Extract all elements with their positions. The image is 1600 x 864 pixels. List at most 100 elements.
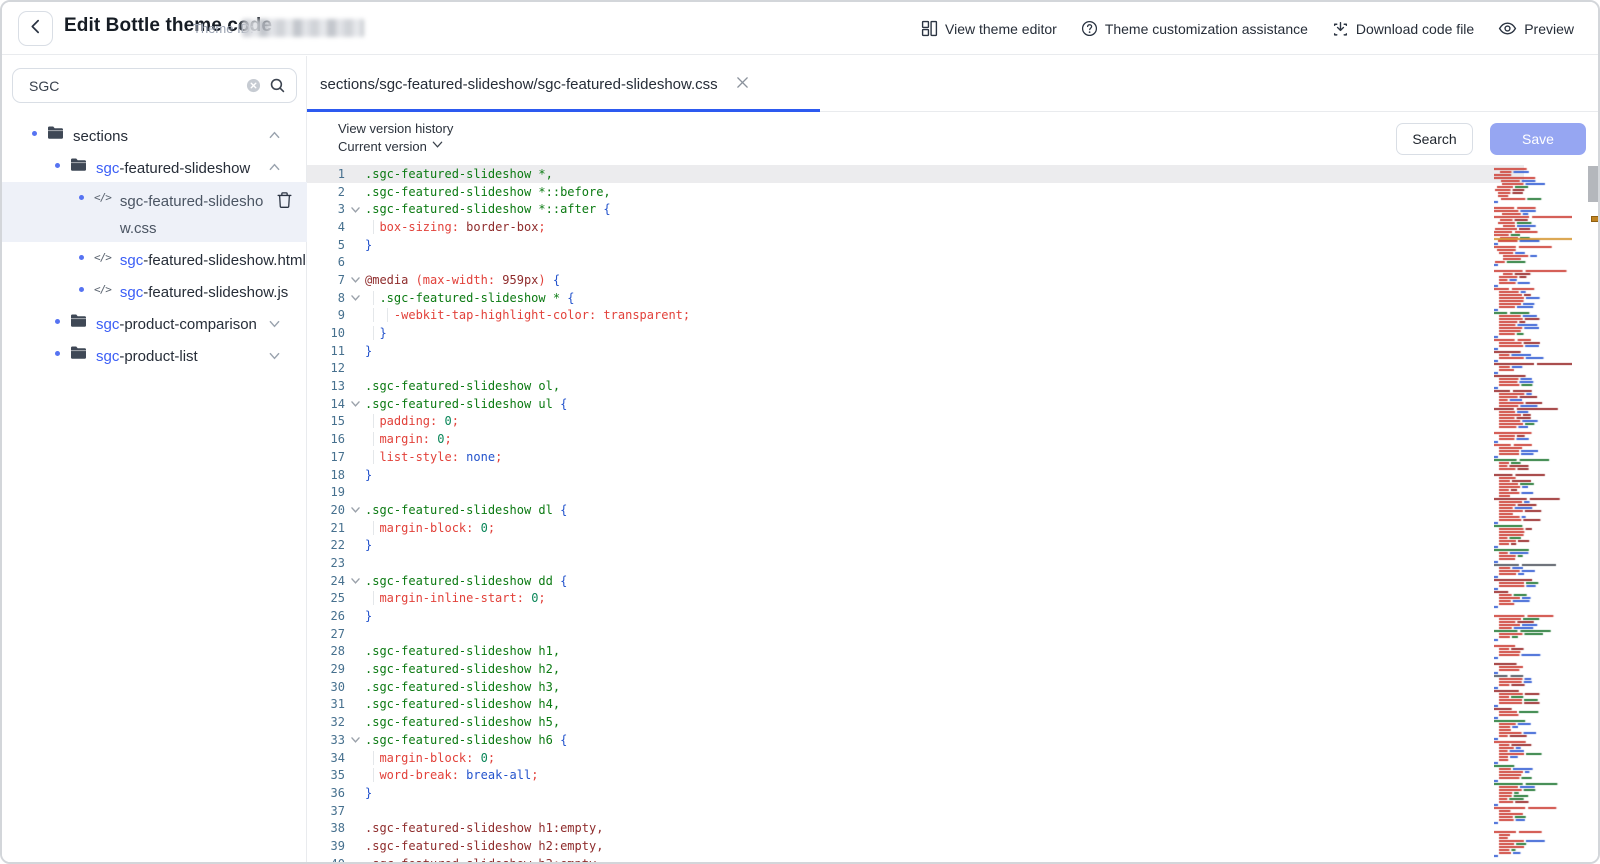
code-text: .sgc-featured-slideshow h6 {: [365, 733, 567, 747]
tree-file-sgc-featured-slideshow.html[interactable]: </>sgc-featured-slideshow.html: [2, 242, 307, 274]
code-text: .sgc-featured-slideshow dd {: [365, 574, 567, 588]
fold-chevron-icon[interactable]: [345, 204, 365, 215]
code-text: }: [365, 326, 387, 340]
line-number: 34: [307, 751, 345, 765]
header-action-download-code-file[interactable]: Download code file: [1332, 20, 1474, 37]
chevron-down-icon[interactable]: [268, 317, 281, 335]
active-tab-underline: [307, 109, 820, 112]
scrollbar-thumb[interactable]: [1588, 166, 1600, 202]
save-button[interactable]: Save: [1490, 123, 1586, 155]
fold-chevron-icon[interactable]: [345, 504, 365, 515]
line-number: 18: [307, 468, 345, 482]
chevron-up-icon[interactable]: [268, 161, 281, 179]
tree-bullet: [32, 131, 37, 136]
editor-main: sections/sgc-featured-slideshow/sgc-feat…: [307, 56, 1600, 864]
line-number: 1: [307, 167, 345, 181]
line-number: 24: [307, 574, 345, 588]
file-sidebar: sectionssgc-featured-slideshow</>sgc-fea…: [2, 56, 307, 864]
line-number: 17: [307, 450, 345, 464]
minimap[interactable]: [1494, 165, 1572, 863]
back-button[interactable]: [18, 11, 53, 46]
tree-item-label: sgc-featured-slideshow.js: [120, 280, 288, 306]
search-button[interactable]: Search: [1396, 123, 1473, 155]
tree-bullet: [55, 319, 60, 324]
code-text: .sgc-featured-slideshow h3:empty: [365, 857, 596, 864]
line-number: 8: [307, 291, 345, 305]
header-actions: View theme editor Theme customization ass…: [921, 2, 1574, 55]
dropdown-chevron-icon: [431, 138, 444, 156]
code-line: 30.sgc-featured-slideshow h3,: [307, 678, 1524, 696]
code-file-icon: </>: [94, 191, 111, 204]
tab-file[interactable]: sections/sgc-featured-slideshow/sgc-feat…: [320, 56, 751, 112]
code-text: -webkit-tap-highlight-color: transparent…: [365, 308, 690, 322]
code-line: 21 margin-block: 0;: [307, 519, 1524, 537]
code-line: 5}: [307, 236, 1524, 254]
line-number: 32: [307, 715, 345, 729]
line-number: 26: [307, 609, 345, 623]
view-version-history-link[interactable]: View version history: [338, 120, 453, 138]
chevron-up-icon[interactable]: [268, 129, 281, 147]
code-line: 29.sgc-featured-slideshow h2,: [307, 660, 1524, 678]
fold-chevron-icon[interactable]: [345, 292, 365, 303]
code-file-icon: </>: [94, 251, 111, 264]
tree-folder-sections[interactable]: sections: [2, 118, 307, 150]
fold-chevron-icon[interactable]: [345, 274, 365, 285]
file-search-input[interactable]: [27, 77, 238, 95]
code-line: 40.sgc-featured-slideshow h3:empty: [307, 855, 1524, 864]
editor-scrollbar[interactable]: [1588, 165, 1600, 864]
header-action-view-theme-editor[interactable]: View theme editor: [921, 20, 1057, 37]
clear-circle-icon[interactable]: [246, 78, 261, 93]
header-action-theme-customization-assistance[interactable]: Theme customization assistance: [1081, 20, 1308, 37]
code-text: .sgc-featured-slideshow ol,: [365, 379, 560, 393]
code-line: 37: [307, 802, 1524, 820]
tree-item-label: sgc-product-comparison: [96, 312, 257, 338]
code-text: padding: 0;: [365, 414, 459, 428]
code-line: 36}: [307, 784, 1524, 802]
code-editor[interactable]: 1.sgc-featured-slideshow *,2.sgc-feature…: [307, 165, 1600, 864]
fold-chevron-icon[interactable]: [345, 398, 365, 409]
tree-item-label: sgc-product-list: [96, 344, 198, 370]
fold-chevron-icon[interactable]: [345, 575, 365, 586]
layout-grid-icon: [921, 20, 938, 37]
search-icon[interactable]: [269, 77, 286, 94]
current-version-dropdown[interactable]: Current version: [338, 138, 453, 156]
header-action-label: Theme customization assistance: [1105, 21, 1308, 37]
code-line: 33.sgc-featured-slideshow h6 {: [307, 731, 1524, 749]
trash-icon[interactable]: [276, 191, 293, 214]
line-number: 20: [307, 503, 345, 517]
code-line: 39.sgc-featured-slideshow h2:empty,: [307, 837, 1524, 855]
code-line: 11}: [307, 342, 1524, 360]
code-text: margin-block: 0;: [365, 521, 495, 535]
tree-folder-sgc-product-comparison[interactable]: sgc-product-comparison: [2, 306, 307, 338]
code-line: 17 list-style: none;: [307, 448, 1524, 466]
line-number: 39: [307, 839, 345, 853]
tree-item-label: sgc-featured-slideshow.css: [120, 188, 270, 242]
chevron-down-icon[interactable]: [268, 349, 281, 367]
fold-chevron-icon[interactable]: [345, 734, 365, 745]
tree-file-sgc-featured-slideshow.js[interactable]: </>sgc-featured-slideshow.js: [2, 274, 307, 306]
code-line: 35 word-break: break-all;: [307, 766, 1524, 784]
header-action-preview[interactable]: Preview: [1498, 20, 1574, 37]
line-number: 10: [307, 326, 345, 340]
code-line: 25 margin-inline-start: 0;: [307, 590, 1524, 608]
code-line: 4 box-sizing: border-box;: [307, 218, 1524, 236]
line-number: 3: [307, 202, 345, 216]
tab-close-icon[interactable]: [734, 74, 751, 95]
code-text: @media (max-width: 959px) {: [365, 273, 560, 287]
code-text: .sgc-featured-slideshow * {: [365, 291, 575, 305]
folder-icon: [47, 125, 64, 140]
tree-folder-sgc-product-list[interactable]: sgc-product-list: [2, 338, 307, 370]
tree-file-sgc-featured-slideshow.css[interactable]: </> sgc-featured-slideshow.css: [2, 182, 307, 242]
eye-icon: [1498, 20, 1517, 37]
line-number: 14: [307, 397, 345, 411]
file-tree: sectionssgc-featured-slideshow</>sgc-fea…: [2, 118, 307, 370]
line-number: 28: [307, 644, 345, 658]
code-text: margin: 0;: [365, 432, 452, 446]
tab-bar: sections/sgc-featured-slideshow/sgc-feat…: [307, 56, 1600, 112]
code-line: 13.sgc-featured-slideshow ol,: [307, 377, 1524, 395]
code-line: 8 .sgc-featured-slideshow * {: [307, 289, 1524, 307]
line-number: 36: [307, 786, 345, 800]
tree-folder-sgc-featured-slideshow[interactable]: sgc-featured-slideshow: [2, 150, 307, 182]
header: Edit Bottle theme code Theme ID: View th…: [2, 2, 1600, 55]
code-text: }: [365, 238, 372, 252]
